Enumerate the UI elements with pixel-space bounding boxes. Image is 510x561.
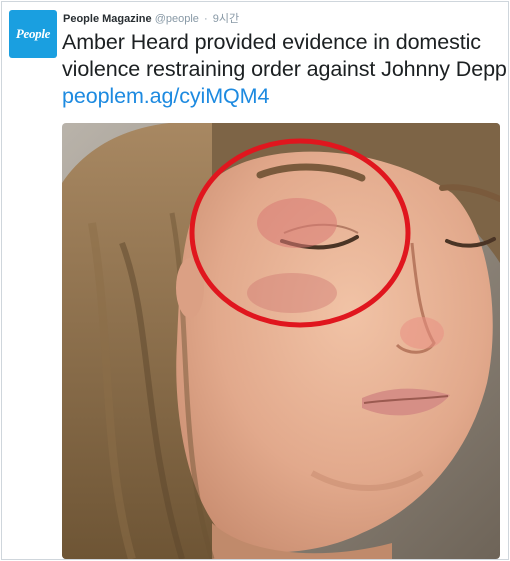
avatar-logo: People — [15, 26, 51, 41]
tweet-text: Amber Heard provided evidence in domesti… — [62, 29, 507, 110]
tweet-card: People People Magazine @people · 9시간 Amb… — [1, 1, 509, 560]
author-name[interactable]: People Magazine — [63, 13, 152, 25]
tweet-header: People Magazine @people · 9시간 — [63, 10, 239, 26]
header-separator: · — [203, 13, 208, 25]
tweet-photo[interactable] — [62, 123, 500, 559]
tweet-timestamp[interactable]: 9시간 — [213, 13, 239, 25]
avatar[interactable]: People — [9, 10, 57, 58]
author-handle[interactable]: @people — [155, 13, 199, 25]
tweet-body: Amber Heard provided evidence in domesti… — [62, 30, 507, 81]
tweet-link[interactable]: peoplem.ag/cyiMQM4 — [62, 84, 269, 108]
photo-image — [62, 123, 500, 559]
